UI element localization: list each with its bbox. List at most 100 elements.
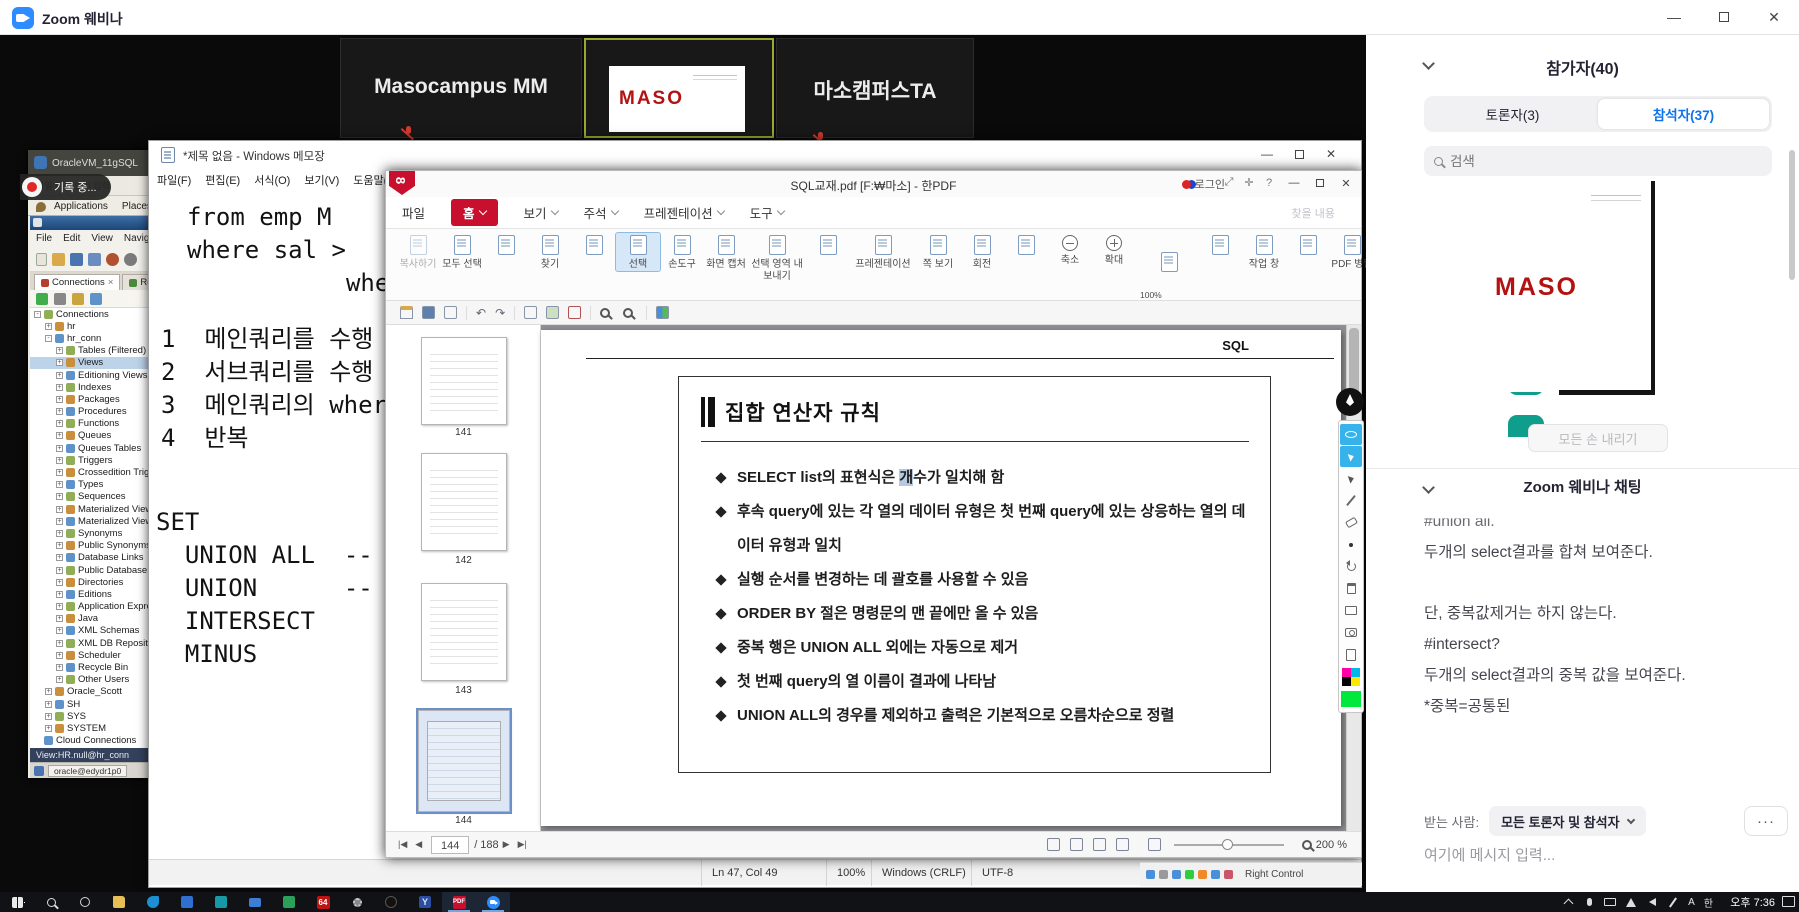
save-icon[interactable] — [422, 306, 435, 319]
zoom-slider-knob[interactable] — [1222, 839, 1233, 850]
terminal-icon[interactable] — [34, 766, 44, 776]
menu-item[interactable]: File — [36, 233, 52, 244]
expander-icon[interactable]: + — [56, 384, 63, 391]
page-thumbnail-144-selected[interactable] — [418, 710, 510, 812]
recipient-dropdown[interactable]: 모든 토론자 및 참석자 — [1489, 806, 1645, 836]
hancom-office-icon[interactable] — [374, 892, 408, 912]
eraser-tool-icon[interactable] — [1340, 512, 1362, 533]
screen-capture-icon[interactable]: 화면 캡처 — [704, 233, 748, 271]
hand-tool-icon[interactable]: 손도구 — [660, 233, 704, 271]
whiteboard-icon[interactable] — [1340, 600, 1362, 621]
pen-icon[interactable] — [1667, 896, 1679, 908]
select-tool-icon[interactable]: 선택 — [616, 233, 660, 271]
undo-icon[interactable] — [106, 253, 119, 266]
tab-view[interactable]: 보기 — [524, 203, 558, 222]
current-color-swatch[interactable] — [1340, 688, 1362, 709]
cortana-icon[interactable] — [68, 892, 102, 912]
zoom-slider[interactable] — [1174, 844, 1284, 846]
expander-icon[interactable]: + — [56, 554, 63, 561]
presentation-icon[interactable]: 프레젠테이션 — [850, 233, 916, 271]
clipboard-icon[interactable] — [1340, 644, 1362, 665]
keyboard-icon[interactable] — [1604, 896, 1616, 908]
expander-icon[interactable]: + — [45, 688, 52, 695]
windows-start-icon[interactable] — [0, 892, 34, 912]
menu-item[interactable]: 보기(V) — [304, 172, 339, 188]
expander-icon[interactable]: + — [45, 713, 52, 720]
new-file-icon[interactable] — [36, 253, 47, 266]
image-select-icon[interactable] — [546, 306, 559, 319]
help-icon[interactable]: ? — [1259, 177, 1279, 189]
pen-tool-icon[interactable] — [1340, 490, 1362, 511]
mail-icon[interactable] — [238, 892, 272, 912]
page-thumbnail-143[interactable] — [421, 583, 507, 681]
tab-annotate[interactable]: 주석 — [584, 203, 618, 222]
expander-icon[interactable]: + — [56, 640, 63, 647]
open-icon[interactable] — [52, 253, 65, 266]
open-icon[interactable] — [400, 306, 413, 319]
facing-pages-icon[interactable] — [1093, 838, 1106, 851]
participants-tab[interactable]: 참석자(37) — [1598, 99, 1769, 129]
print-icon[interactable] — [444, 306, 457, 319]
fit-page-icon[interactable] — [1148, 838, 1161, 851]
undo-icon[interactable] — [1340, 556, 1362, 577]
expander-icon[interactable]: + — [56, 530, 63, 537]
ribbon-button[interactable] — [1286, 233, 1330, 259]
single-page-icon[interactable] — [1070, 838, 1083, 851]
menu-item[interactable]: 서식(O) — [254, 172, 290, 188]
expander-icon[interactable]: + — [56, 591, 63, 598]
select-icon[interactable] — [524, 306, 537, 319]
add-connection-icon[interactable] — [36, 293, 48, 305]
trash-icon[interactable] — [1340, 578, 1362, 599]
annotation-pen-badge-icon[interactable] — [1336, 388, 1364, 416]
task-pane-icon[interactable]: 작업 창 — [1242, 233, 1286, 271]
expander-icon[interactable]: + — [56, 396, 63, 403]
tab-connections[interactable]: Connections × — [34, 274, 120, 290]
chat-more-button[interactable]: ··· — [1744, 806, 1788, 836]
volume-icon[interactable] — [1646, 896, 1658, 908]
zoom-in-icon[interactable]: 확대 — [1092, 233, 1136, 267]
scroll-view-icon[interactable] — [1116, 838, 1129, 851]
photos-icon[interactable] — [272, 892, 306, 912]
menu-item[interactable]: 파일(F) — [157, 172, 191, 188]
minimize-button[interactable]: — — [1281, 171, 1307, 195]
expander-icon[interactable]: + — [56, 542, 63, 549]
undo-icon[interactable]: ↶ — [476, 306, 486, 320]
tab-tools[interactable]: 도구 — [750, 203, 784, 222]
connect-icon[interactable] — [90, 293, 102, 305]
zoom-app-icon[interactable] — [476, 892, 510, 912]
ribbon-button[interactable] — [1004, 233, 1048, 259]
expander-icon[interactable]: - — [45, 335, 52, 342]
ime-korean-indicator[interactable]: 한 — [1704, 895, 1713, 910]
expander-icon[interactable]: + — [56, 676, 63, 683]
tab-file[interactable]: 파일 — [402, 203, 425, 222]
close-button[interactable]: ✕ — [1333, 171, 1359, 195]
find-icon[interactable]: 찾기 — [528, 233, 572, 271]
presentation-mode-icon[interactable] — [1047, 838, 1060, 851]
ribbon-button[interactable] — [572, 233, 616, 259]
page-view-icon[interactable]: 쪽 보기 — [916, 233, 960, 271]
find-input[interactable]: 찾을 내용 — [1291, 205, 1335, 221]
tray-expand-icon[interactable] — [1562, 896, 1574, 908]
last-page-button[interactable]: ▶| — [514, 839, 531, 850]
taskbar-clock[interactable]: 오후 7:36 — [1730, 892, 1775, 912]
tab-home[interactable]: 홈 — [451, 199, 498, 226]
expander-icon[interactable]: + — [56, 359, 63, 366]
first-page-button[interactable]: |◀ — [394, 839, 411, 850]
filter-icon[interactable] — [72, 293, 84, 305]
app-blue-icon[interactable] — [170, 892, 204, 912]
expander-icon[interactable]: + — [45, 323, 52, 330]
camera-icon[interactable] — [1340, 622, 1362, 643]
close-button[interactable]: ✕ — [1315, 141, 1347, 167]
sidebar-scrollbar[interactable] — [1789, 150, 1795, 280]
folder-icon[interactable] — [102, 892, 136, 912]
action-center-icon[interactable] — [1782, 896, 1795, 907]
save-all-icon[interactable] — [88, 253, 101, 266]
expander-icon[interactable]: + — [56, 372, 63, 379]
close-tab-icon[interactable]: × — [108, 277, 114, 288]
participant-search[interactable] — [1424, 146, 1772, 176]
arrange-icon[interactable]: ✛ — [1239, 176, 1259, 189]
menu-applications[interactable]: Applications — [54, 201, 108, 212]
expander-icon[interactable]: + — [56, 493, 63, 500]
ime-latin-indicator[interactable]: A — [1688, 897, 1695, 908]
ribbon-button[interactable] — [1198, 233, 1242, 259]
